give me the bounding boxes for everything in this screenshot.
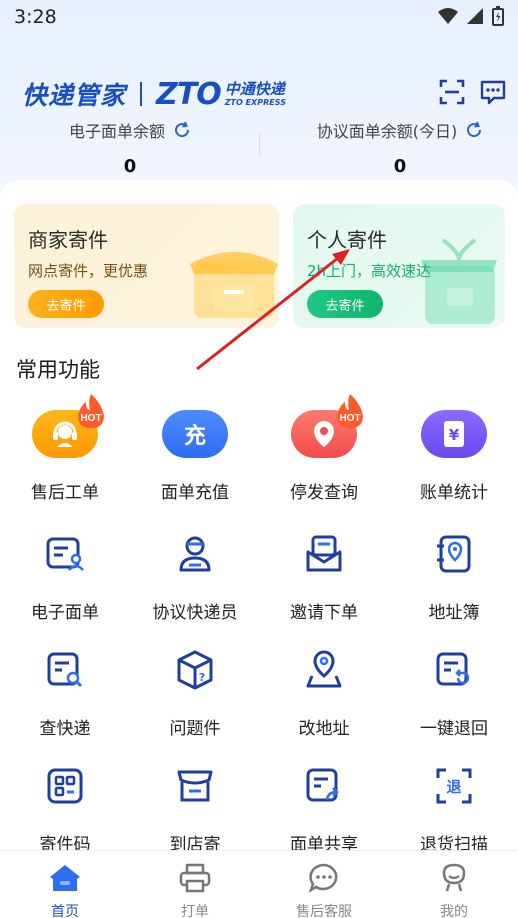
- function-label: 查快递: [39, 719, 91, 739]
- tab-label: 售后客服: [296, 904, 352, 918]
- hot-badge-icon: HOT: [337, 394, 363, 428]
- recharge-icon: 充: [162, 410, 228, 458]
- svg-text:?: ?: [199, 671, 205, 684]
- function-bill-statistics[interactable]: ¥ 账单统计: [389, 406, 518, 503]
- change-address-icon: [306, 650, 342, 688]
- function-return-scan[interactable]: 退 退货扫描: [389, 758, 518, 855]
- tab-profile[interactable]: 我的: [389, 851, 518, 918]
- address-book-icon: [437, 535, 471, 573]
- printer-icon: [179, 863, 211, 893]
- function-track-parcel[interactable]: 查快递: [0, 642, 130, 739]
- function-stop-delivery-query[interactable]: HOT 停发查询: [259, 394, 389, 503]
- e-waybill-icon: [46, 537, 84, 571]
- tab-label: 我的: [440, 904, 468, 918]
- share-waybill-icon: [306, 768, 339, 802]
- qr-code-icon: [47, 768, 83, 804]
- function-label: 邀请下单: [290, 603, 358, 623]
- function-shipping-code[interactable]: 寄件码: [0, 758, 130, 855]
- function-waybill-recharge[interactable]: 充 面单充值: [130, 406, 260, 503]
- function-label: 一键退回: [420, 719, 488, 739]
- search-parcel-icon: [47, 652, 83, 688]
- function-label: 电子面单: [31, 603, 99, 623]
- tab-print-order[interactable]: 打单: [130, 851, 260, 918]
- store-icon: [177, 770, 213, 802]
- function-label: 售后工单: [31, 483, 99, 503]
- function-agreement-courier[interactable]: 协议快递员: [130, 526, 260, 623]
- return-scan-icon: 退: [436, 768, 472, 804]
- function-invite-order[interactable]: 邀请下单: [259, 526, 389, 623]
- function-label: 账单统计: [420, 483, 488, 503]
- chat-icon: [308, 863, 338, 893]
- function-label: 改地址: [298, 719, 350, 739]
- home-icon: [50, 865, 80, 891]
- function-store-shipping[interactable]: 到店寄: [130, 758, 260, 855]
- recharge-glyph: 充: [183, 424, 206, 449]
- courier-icon: [179, 536, 211, 572]
- return-icon: [436, 652, 470, 686]
- function-after-sales-ticket[interactable]: HOT 售后工单: [0, 394, 130, 503]
- function-problem-parcel[interactable]: ? 问题件: [130, 642, 260, 739]
- problem-box-icon: ?: [177, 650, 213, 690]
- profile-icon: [442, 863, 466, 892]
- bill-glyph: ¥: [449, 426, 460, 444]
- function-change-address[interactable]: 改地址: [259, 642, 389, 739]
- return-scan-glyph: 退: [446, 778, 461, 796]
- function-label: 协议快递员: [152, 603, 238, 623]
- common-functions-title: 常用功能: [16, 358, 100, 382]
- tab-home[interactable]: 首页: [0, 851, 130, 918]
- bottom-tab-bar: 首页 打单 售后客服 我的: [0, 850, 518, 918]
- function-one-click-return[interactable]: 一键退回: [389, 642, 518, 739]
- function-label: 地址簿: [428, 603, 480, 623]
- bill-yen-icon: ¥: [421, 410, 487, 458]
- function-label: 面单充值: [161, 483, 229, 503]
- hot-badge-text: HOT: [339, 413, 360, 424]
- tab-label: 打单: [181, 904, 209, 918]
- function-e-waybill[interactable]: 电子面单: [0, 526, 130, 623]
- hot-badge-text: HOT: [80, 413, 101, 424]
- function-label: 问题件: [169, 719, 221, 739]
- tab-label: 首页: [51, 904, 79, 918]
- invite-mail-icon: [306, 535, 342, 572]
- function-label: 停发查询: [290, 483, 358, 503]
- function-address-book[interactable]: 地址簿: [389, 526, 518, 623]
- tab-after-sales-service[interactable]: 售后客服: [259, 851, 389, 918]
- function-waybill-share[interactable]: 面单共享: [259, 758, 389, 855]
- hot-badge-icon: HOT: [78, 394, 104, 428]
